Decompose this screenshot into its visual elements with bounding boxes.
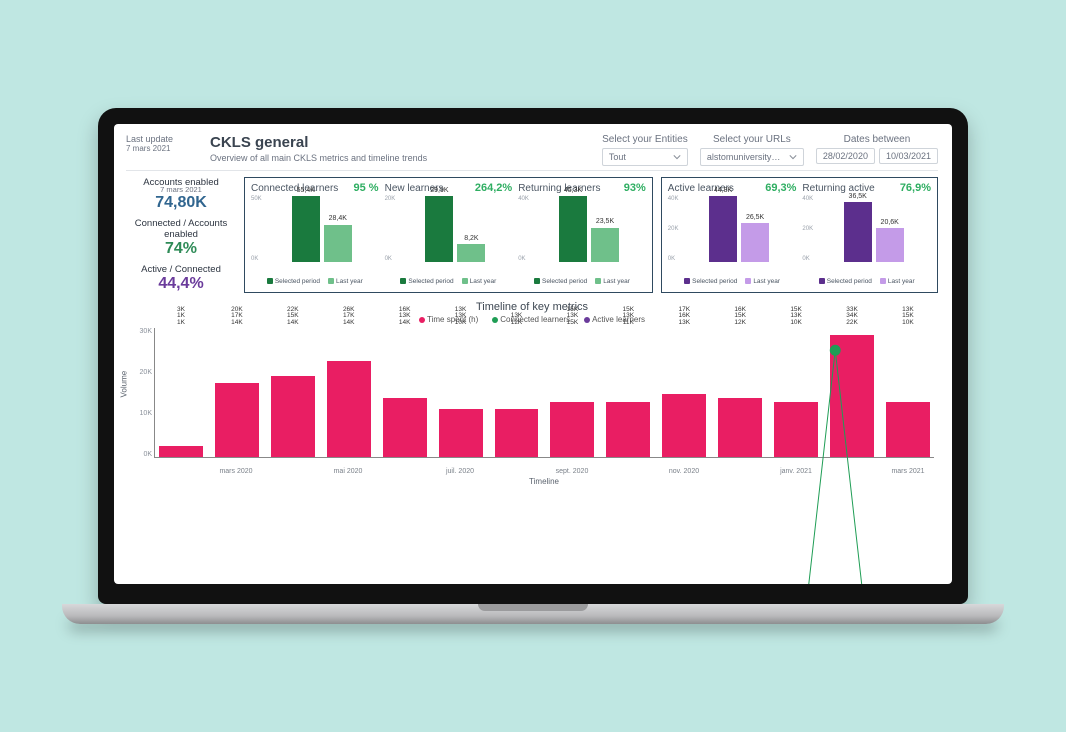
laptop-mockup: Last update 7 mars 2021 CKLS general Ove… bbox=[98, 108, 968, 624]
mini-chart-pct: 69,3% bbox=[765, 182, 796, 194]
mini-chart-body: 40K0K 45,3K 23,5K bbox=[518, 196, 646, 274]
mini-chart: Returning active 76,9% 40K20K0K 36,5K 20… bbox=[802, 182, 931, 290]
timeline-lines bbox=[155, 328, 934, 584]
mini-chart-title: Returning learners bbox=[518, 183, 600, 194]
legend-active: Active learners bbox=[592, 315, 645, 324]
dot-icon bbox=[584, 317, 590, 323]
bar-selected-period: 36,5K bbox=[844, 196, 872, 262]
filter-urls-value: alstomuniversity… bbox=[707, 152, 781, 162]
mini-chart-pct: 264,2% bbox=[475, 182, 512, 194]
dot-icon bbox=[419, 317, 425, 323]
laptop-base bbox=[62, 604, 1004, 624]
kpi-connected-label: Connected / Accounts enabled bbox=[126, 218, 236, 240]
timeline-plot-area: 3K1K1K 20K17K14K 22K15K14K 26K17K14K 16K… bbox=[154, 328, 934, 458]
page-subtitle: Overview of all main CKLS metrics and ti… bbox=[210, 153, 590, 163]
kpi-accounts-value: 74,80K bbox=[126, 194, 236, 212]
mini-chart-pct: 93% bbox=[624, 182, 646, 194]
legend-time-spent: Time spent (h) bbox=[427, 315, 478, 324]
mini-chart-pct: 76,9% bbox=[900, 182, 931, 194]
mini-chart: Returning learners 93% 40K0K 45,3K 23,5K… bbox=[518, 182, 646, 290]
bar-last-year: 23,5K bbox=[591, 196, 619, 262]
mini-chart-body: 40K20K0K 36,5K 20,6K bbox=[802, 196, 931, 274]
kpi-active-label: Active / Connected bbox=[126, 264, 236, 275]
timeline-section: Timeline of key metrics Time spent (h) C… bbox=[126, 301, 938, 478]
last-update-label: Last update bbox=[126, 134, 198, 144]
timeline-title: Timeline of key metrics bbox=[126, 301, 938, 313]
kpi-row: Accounts enabled 7 mars 2021 74,80K Conn… bbox=[126, 177, 938, 293]
timeline-y-label: Volume bbox=[120, 371, 129, 398]
mini-chart-title: Connected learners bbox=[251, 183, 338, 194]
panel-green: Connected learners 95 % 50K0K 55,4K 28,4… bbox=[244, 177, 653, 293]
timeline-x-labels: mars 2020mai 2020juil. 2020sept. 2020nov… bbox=[154, 468, 934, 475]
bar-last-year: 28,4K bbox=[324, 196, 352, 262]
timeline-x-title: Timeline bbox=[154, 477, 934, 486]
bar-selected-period: 29,9K bbox=[425, 196, 453, 262]
timeline-y-axis: 30K20K10K0K bbox=[132, 328, 152, 458]
top-bar: Last update 7 mars 2021 CKLS general Ove… bbox=[126, 134, 938, 171]
dashboard-screen: Last update 7 mars 2021 CKLS general Ove… bbox=[114, 124, 952, 584]
mini-chart-pct: 95 % bbox=[354, 182, 379, 194]
bar-selected-period: 44,8K bbox=[709, 196, 737, 262]
bar-last-year: 8,2K bbox=[457, 196, 485, 262]
bar-last-year: 26,5K bbox=[741, 196, 769, 262]
mini-chart: New learners 264,2% 20K0K 29,9K 8,2K Sel… bbox=[385, 182, 513, 290]
chevron-down-icon bbox=[673, 153, 681, 161]
bar-selected-period: 45,3K bbox=[559, 196, 587, 262]
bar-last-year: 20,6K bbox=[876, 196, 904, 262]
bar-selected-period: 55,4K bbox=[292, 196, 320, 262]
filter-entities-dropdown[interactable]: Tout bbox=[602, 148, 688, 166]
date-to-input[interactable]: 10/03/2021 bbox=[879, 148, 938, 164]
mini-chart-body: 50K0K 55,4K 28,4K bbox=[251, 196, 379, 274]
page-title: CKLS general bbox=[210, 134, 590, 151]
laptop-bezel: Last update 7 mars 2021 CKLS general Ove… bbox=[98, 108, 968, 604]
date-range-label: Dates between bbox=[844, 134, 911, 145]
mini-chart: Active learners 69,3% 40K20K0K 44,8K 26,… bbox=[668, 182, 797, 290]
filter-urls-label: Select your URLs bbox=[713, 134, 791, 145]
mini-chart: Connected learners 95 % 50K0K 55,4K 28,4… bbox=[251, 182, 379, 290]
dot-icon bbox=[492, 317, 498, 323]
mini-chart-body: 40K20K0K 44,8K 26,5K bbox=[668, 196, 797, 274]
filter-urls-dropdown[interactable]: alstomuniversity… bbox=[700, 148, 804, 166]
mini-chart-body: 20K0K 29,9K 8,2K bbox=[385, 196, 513, 274]
filter-entities-value: Tout bbox=[609, 152, 626, 162]
kpi-connected-value: 74% bbox=[126, 240, 236, 258]
filter-entities-label: Select your Entities bbox=[602, 134, 688, 145]
chevron-down-icon bbox=[789, 153, 797, 161]
kpi-active-value: 44,4% bbox=[126, 275, 236, 293]
side-kpi-block: Accounts enabled 7 mars 2021 74,80K Conn… bbox=[126, 177, 236, 293]
panel-purple: Active learners 69,3% 40K20K0K 44,8K 26,… bbox=[661, 177, 938, 293]
last-update-date: 7 mars 2021 bbox=[126, 144, 198, 153]
date-from-input[interactable]: 28/02/2020 bbox=[816, 148, 875, 164]
timeline-legend: Time spent (h) Connected learners Active… bbox=[126, 315, 938, 324]
timeline-chart: Volume 30K20K10K0K 3K1K1K 20K17K14K 22K1… bbox=[154, 328, 934, 478]
